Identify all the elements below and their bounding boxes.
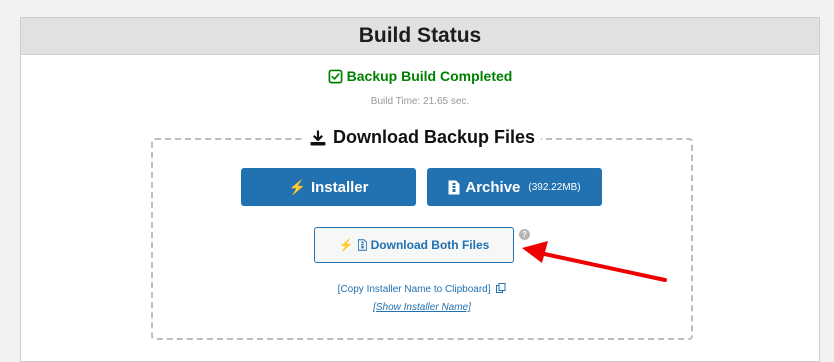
bolt-icon: ⚡: [338, 238, 354, 252]
file-archive-icon: [357, 239, 367, 251]
build-time: Build Time: 21.65 sec.: [370, 95, 470, 107]
download-backup-files-box: Download Backup Files ⚡ Installer Archiv…: [151, 127, 693, 340]
download-both-files-label: Download Both Files: [370, 238, 490, 252]
installer-button-label: Installer: [310, 178, 369, 196]
panel-title: Build Status: [21, 18, 819, 55]
download-icon: [310, 130, 326, 145]
archive-button[interactable]: Archive (392.22MB): [427, 168, 602, 206]
file-archive-icon: [448, 180, 460, 194]
bolt-icon: ⚡: [288, 178, 306, 195]
build-status: Backup Build Completed Build Time: 21.65…: [21, 68, 819, 107]
question-circle-icon[interactable]: ?: [519, 229, 530, 240]
copy-icon: [496, 283, 506, 293]
archive-size: (392.22MB): [528, 181, 581, 193]
check-square-icon: [328, 69, 343, 83]
status-message-row: Backup Build Completed: [328, 68, 513, 84]
show-installer-name-link[interactable]: [Show Installer Name]: [153, 302, 691, 313]
archive-button-label: Archive: [465, 178, 521, 196]
build-status-panel: Build Status Backup Build Completed Buil…: [20, 17, 820, 362]
installer-button[interactable]: ⚡ Installer: [241, 168, 416, 206]
copy-installer-name-link[interactable]: [Copy Installer Name to Clipboard]: [153, 283, 691, 295]
download-legend: Download Backup Files: [302, 127, 542, 148]
download-legend-label: Download Backup Files: [332, 127, 536, 147]
copy-installer-name-label: [Copy Installer Name to Clipboard]: [337, 284, 491, 295]
status-message: Backup Build Completed: [346, 68, 513, 84]
download-both-files-button[interactable]: ⚡ Download Both Files: [314, 227, 514, 263]
